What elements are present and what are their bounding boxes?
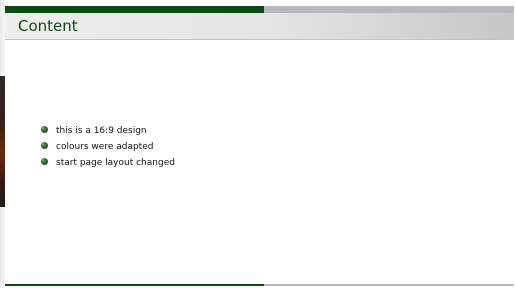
bottom-bar-grey — [264, 284, 514, 286]
top-bar-grey — [264, 6, 514, 13]
top-bar-green — [5, 6, 264, 13]
bullet-list: this is a 16:9 design colours were adapt… — [41, 123, 175, 171]
bullet-text: start page layout changed — [56, 158, 175, 168]
bullet-dot-icon — [41, 126, 48, 133]
bullet-text: colours were adapted — [56, 142, 154, 152]
bullet-item: start page layout changed — [41, 155, 175, 171]
slide-header: Content — [5, 13, 514, 40]
bottom-bar-green — [5, 284, 264, 286]
bullet-item: colours were adapted — [41, 139, 175, 155]
slide: Content this is a 16:9 design colours we… — [5, 6, 514, 286]
bullet-item: this is a 16:9 design — [41, 123, 175, 139]
slide-title: Content — [18, 17, 78, 35]
bullet-dot-icon — [41, 142, 48, 149]
bullet-text: this is a 16:9 design — [56, 126, 147, 136]
bullet-dot-icon — [41, 158, 48, 165]
